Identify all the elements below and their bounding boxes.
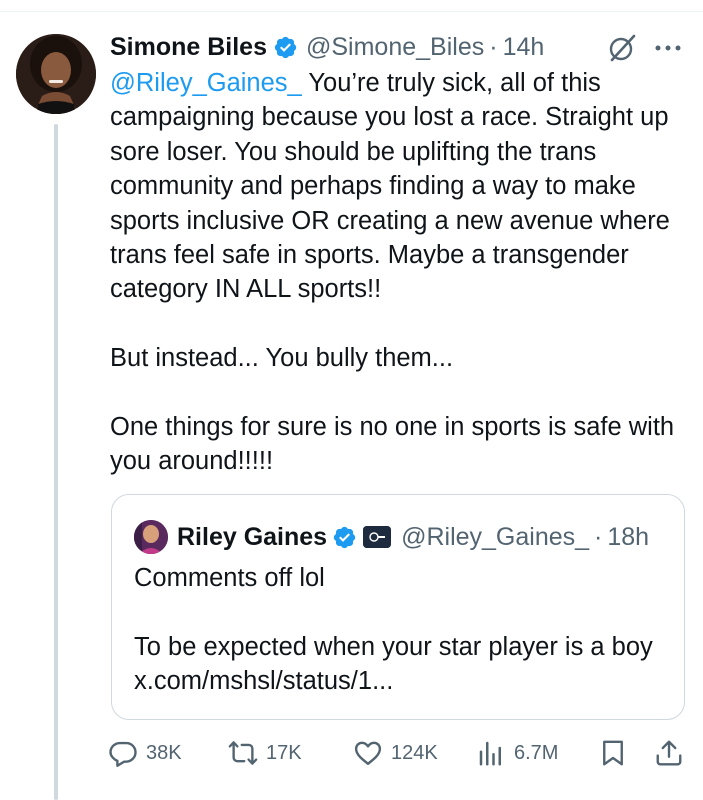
quote-avatar-image [134,520,168,554]
top-divider [0,11,703,12]
tweet-body: You’re truly sick, all of this campaigni… [110,69,675,476]
author-handle[interactable]: @Simone_Biles [306,33,484,62]
bookmark-button[interactable] [598,734,628,772]
tweet-header: Simone Biles @Simone_Biles · 14h [110,30,544,64]
like-button[interactable]: 124K [353,734,438,772]
like-count: 124K [391,741,438,764]
reply-count: 38K [146,741,182,764]
quote-author-name: Riley Gaines [177,522,328,551]
tweet-time[interactable]: 14h [503,33,545,62]
bookmark-icon [603,740,623,766]
mention-link[interactable]: @Riley_Gaines_ [110,69,302,97]
separator-dot: · [489,32,498,61]
share-icon [656,740,682,766]
repost-button[interactable]: 17K [228,734,302,772]
thread-line [54,124,58,800]
repost-icon [228,741,258,765]
repost-count: 17K [266,741,302,764]
quote-text: Comments off lol To be expected when you… [134,564,653,696]
affiliation-badge-icon [363,526,392,548]
avatar-image [16,34,96,114]
author-name[interactable]: Simone Biles [110,33,267,62]
more-icon[interactable] [652,38,684,58]
verified-badge-icon [274,36,297,58]
quote-header: Riley Gaines @Riley_Gaines_ · 18h [134,519,649,555]
author-avatar[interactable] [16,34,96,114]
quoted-tweet[interactable]: Riley Gaines @Riley_Gaines_ · 18h Commen… [111,494,685,720]
quote-author-handle: @Riley_Gaines_ [401,522,590,551]
quote-author-avatar [134,520,168,554]
action-bar: 38K 17K 124K 6.7M [108,734,688,772]
reply-icon [109,741,137,767]
share-button[interactable] [654,734,684,772]
views-count: 6.7M [514,741,559,764]
tweet-text: @Riley_Gaines_ You’re truly sick, all of… [110,66,684,479]
views-icon [479,741,501,766]
views-button[interactable]: 6.7M [476,734,558,772]
reply-button[interactable]: 38K [108,734,182,772]
grok-icon[interactable] [606,32,638,64]
like-icon [354,741,382,765]
quote-time: 18h [607,522,650,551]
quote-verified-badge-icon [333,526,356,548]
quote-separator-dot: · [594,522,603,551]
